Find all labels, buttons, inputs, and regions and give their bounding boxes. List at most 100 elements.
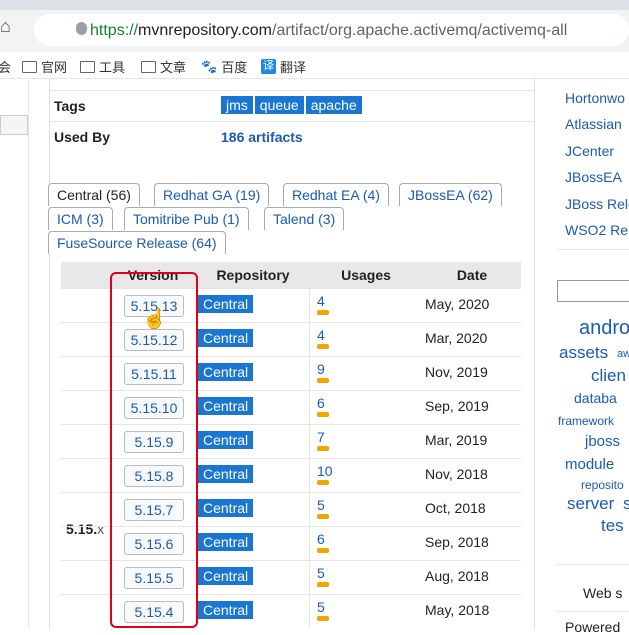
usages-link[interactable]: 4	[317, 327, 325, 343]
repository-badge[interactable]: Central	[198, 567, 254, 585]
left-sidebar-input[interactable]	[0, 115, 28, 135]
release-date: Sep, 2018	[425, 534, 489, 550]
usages-link[interactable]: 5	[317, 599, 325, 615]
bookmark-label: 工具	[99, 60, 126, 75]
tag-list: jms queue apache	[221, 96, 364, 115]
repo-link-jbossea[interactable]: JBossEA	[565, 169, 622, 185]
sidebar-search-input[interactable]	[557, 280, 629, 302]
tag-cloud-assets[interactable]: assets	[559, 343, 608, 363]
usage-bar	[317, 412, 329, 417]
url-path: /artifact/org.apache.activemq/activemq-a…	[272, 22, 568, 39]
usages-link[interactable]: 10	[317, 463, 333, 479]
repository-badge[interactable]: Central	[198, 601, 254, 619]
usage-bar	[317, 480, 329, 485]
bookmark-baidu[interactable]: 🐾 百度	[201, 57, 247, 76]
usage-bar	[317, 378, 329, 383]
repository-badge[interactable]: Central	[198, 533, 254, 551]
hand-cursor-icon: ☝	[142, 308, 167, 330]
used-by-link[interactable]: 186 artifacts	[221, 129, 303, 145]
tag-cloud-client[interactable]: clien	[591, 366, 626, 386]
usage-bar	[317, 616, 329, 621]
repo-link-jboss-releases[interactable]: JBoss Rele	[565, 196, 629, 212]
tab-fusesource-release[interactable]: FuseSource Release (64)	[48, 231, 226, 254]
used-by-row: Used By 186 artifacts	[50, 121, 534, 152]
repository-badge[interactable]: Central	[198, 465, 254, 483]
repo-link-jcenter[interactable]: JCenter	[565, 143, 614, 159]
tag-cloud-test[interactable]: tes	[601, 516, 624, 536]
usages-link[interactable]: 6	[317, 531, 325, 547]
usages-link[interactable]: 7	[317, 429, 325, 445]
repo-link-atlassian[interactable]: Atlassian	[565, 116, 622, 132]
tag-cloud-database[interactable]: databa	[574, 390, 617, 406]
tab-talend[interactable]: Talend (3)	[264, 207, 345, 230]
tag-jms[interactable]: jms	[221, 96, 253, 114]
tag-cloud-module[interactable]: module	[565, 456, 614, 473]
repo-link-wso2-releases[interactable]: WSO2 Rel	[565, 222, 629, 238]
page-content: Tags jms queue apache Used By 186 artifact…	[0, 79, 629, 629]
header-repository: Repository	[216, 267, 290, 283]
bookmark-translate[interactable]: 译翻译	[261, 57, 306, 76]
usages-link[interactable]: 9	[317, 361, 325, 377]
tab-jbossea[interactable]: JBossEA (62)	[399, 183, 502, 206]
browser-chrome: ⌂ https://mvnrepository.com/artifact/org…	[0, 0, 629, 52]
tag-cloud-server[interactable]: server	[567, 494, 614, 514]
bookmark-label: 文章	[160, 60, 187, 75]
bookmark-label: 官网	[41, 60, 68, 75]
repository-badge[interactable]: Central	[198, 363, 254, 381]
usages-link[interactable]: 5	[317, 497, 325, 513]
usage-bar	[317, 310, 329, 315]
repository-badge[interactable]: Central	[198, 329, 254, 347]
translate-icon: 译	[261, 59, 276, 74]
tag-cloud-jboss[interactable]: jboss	[585, 433, 620, 450]
tab-strip	[0, 0, 629, 10]
repository-badge[interactable]: Central	[198, 499, 254, 517]
release-date: Aug, 2018	[425, 568, 489, 584]
bookmark-label: 会	[0, 60, 12, 75]
release-date: May, 2018	[425, 602, 490, 618]
bookmark-partial[interactable]: 会	[0, 57, 11, 76]
bookmark-label: 翻译	[280, 60, 307, 75]
tab-redhat-ea[interactable]: Redhat EA (4)	[283, 183, 389, 206]
left-divider	[28, 79, 29, 629]
repo-link-hortonworks[interactable]: Hortonwo	[565, 90, 625, 106]
sidebar-powered-text: Powered	[565, 619, 621, 635]
usages-link[interactable]: 4	[317, 293, 325, 309]
tag-cloud-repository[interactable]: reposito	[581, 478, 624, 492]
tab-tomitribe-pub[interactable]: Tomitribe Pub (1)	[124, 207, 249, 230]
tag-cloud-aws[interactable]: aw	[617, 348, 629, 360]
tag-apache[interactable]: apache	[305, 96, 362, 114]
bookmark-official[interactable]: 官网	[22, 57, 67, 76]
bookmark-tools[interactable]: 工具	[80, 57, 125, 76]
sidebar-footer-text: Web s	[583, 585, 623, 601]
home-icon[interactable]: ⌂	[0, 16, 11, 37]
usages-link[interactable]: 6	[317, 395, 325, 411]
bookmark-label: 百度	[221, 60, 248, 75]
usage-bar	[317, 514, 329, 519]
repository-badge[interactable]: Central	[198, 431, 254, 449]
usage-bar	[317, 446, 329, 451]
repository-badge[interactable]: Central	[198, 295, 254, 313]
tab-central[interactable]: Central (56)	[48, 183, 140, 206]
tags-label: Tags	[54, 98, 86, 114]
tag-cloud-s[interactable]: s	[623, 494, 629, 514]
tab-icm[interactable]: ICM (3)	[48, 207, 113, 230]
release-date: Mar, 2020	[425, 330, 488, 346]
bookmark-articles[interactable]: 文章	[141, 57, 186, 76]
secure-lock-icon[interactable]	[76, 22, 87, 35]
tab-redhat-ga[interactable]: Redhat GA (19)	[154, 183, 270, 206]
tag-cloud-android[interactable]: andro	[579, 317, 629, 340]
tag-queue[interactable]: queue	[254, 96, 304, 114]
url-text[interactable]: https://mvnrepository.com/artifact/org.a…	[90, 22, 567, 40]
repository-badge[interactable]: Central	[198, 397, 254, 415]
right-sidebar: Hortonwo Atlassian JCenter JBossEA JBoss…	[557, 79, 629, 635]
header-date: Date	[456, 267, 488, 283]
release-date: Nov, 2019	[425, 364, 488, 380]
tag-cloud-framework[interactable]: framework	[558, 414, 614, 428]
release-date: Sep, 2019	[425, 398, 489, 414]
header-usages: Usages	[341, 267, 391, 283]
release-date: Oct, 2018	[425, 500, 486, 516]
sidebar-divider	[557, 249, 629, 250]
usages-link[interactable]: 5	[317, 565, 325, 581]
used-by-label: Used By	[54, 129, 111, 145]
usage-bar	[317, 344, 329, 349]
